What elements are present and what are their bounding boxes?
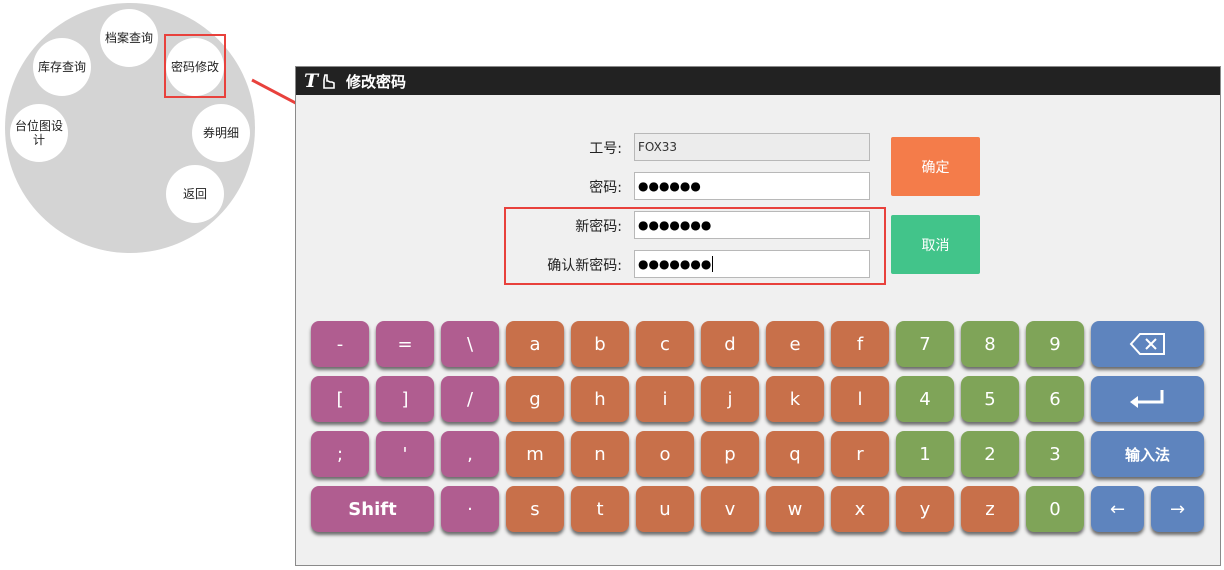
key-3[interactable]: 3 (1026, 431, 1084, 477)
key-shift[interactable]: Shift (311, 486, 434, 532)
employee-id-label: 工号: (589, 141, 622, 157)
key-comma[interactable]: , (441, 431, 499, 477)
key-backspace[interactable] (1091, 321, 1204, 367)
key-l[interactable]: l (831, 376, 889, 422)
key-semicolon[interactable]: ; (311, 431, 369, 477)
key-e[interactable]: e (766, 321, 824, 367)
key-slash[interactable]: / (441, 376, 499, 422)
key-backslash[interactable]: \ (441, 321, 499, 367)
app-logo-icon: T (304, 71, 335, 91)
key-c[interactable]: c (636, 321, 694, 367)
confirm-button[interactable]: 确定 (891, 137, 980, 196)
key-5[interactable]: 5 (961, 376, 1019, 422)
key-n[interactable]: n (571, 431, 629, 477)
window-title: 修改密码 (346, 72, 407, 91)
key-u[interactable]: u (636, 486, 694, 532)
key-0[interactable]: 0 (1026, 486, 1084, 532)
key-k[interactable]: k (766, 376, 824, 422)
cancel-button[interactable]: 取消 (891, 215, 980, 274)
key-z[interactable]: z (961, 486, 1019, 532)
key-9[interactable]: 9 (1026, 321, 1084, 367)
key-o[interactable]: o (636, 431, 694, 477)
key-equals[interactable]: = (376, 321, 434, 367)
key-t[interactable]: t (571, 486, 629, 532)
key-input-method[interactable]: 输入法 (1091, 431, 1204, 477)
key-1[interactable]: 1 (896, 431, 954, 477)
key-m[interactable]: m (506, 431, 564, 477)
new-password-highlight (504, 207, 886, 285)
svg-text:T: T (304, 71, 320, 91)
employee-id-value: FOX33 (638, 140, 678, 154)
key-middle-dot[interactable]: · (441, 486, 499, 532)
password-field[interactable]: ●●●●●● (634, 172, 870, 200)
key-2[interactable]: 2 (961, 431, 1019, 477)
key-6[interactable]: 6 (1026, 376, 1084, 422)
key-right-arrow[interactable]: → (1151, 486, 1204, 532)
key-left-bracket[interactable]: [ (311, 376, 369, 422)
title-bar: T 修改密码 (296, 67, 1220, 95)
key-left-arrow[interactable]: ← (1091, 486, 1144, 532)
key-d[interactable]: d (701, 321, 759, 367)
key-b[interactable]: b (571, 321, 629, 367)
key-i[interactable]: i (636, 376, 694, 422)
key-q[interactable]: q (766, 431, 824, 477)
key-enter[interactable] (1091, 376, 1204, 422)
key-right-bracket[interactable]: ] (376, 376, 434, 422)
key-p[interactable]: p (701, 431, 759, 477)
key-h[interactable]: h (571, 376, 629, 422)
key-r[interactable]: r (831, 431, 889, 477)
change-password-panel: T 修改密码 工号: FOX33 密码: ●●●●●● 新密码: ●●●●●●●… (295, 66, 1221, 566)
password-label: 密码: (589, 180, 622, 196)
key-g[interactable]: g (506, 376, 564, 422)
key-v[interactable]: v (701, 486, 759, 532)
key-j[interactable]: j (701, 376, 759, 422)
key-s[interactable]: s (506, 486, 564, 532)
key-7[interactable]: 7 (896, 321, 954, 367)
enter-icon (1129, 390, 1163, 408)
backspace-icon (1129, 333, 1165, 355)
key-4[interactable]: 4 (896, 376, 954, 422)
key-x[interactable]: x (831, 486, 889, 532)
key-f[interactable]: f (831, 321, 889, 367)
key-w[interactable]: w (766, 486, 824, 532)
key-a[interactable]: a (506, 321, 564, 367)
employee-id-field[interactable]: FOX33 (634, 133, 870, 161)
key-apostrophe[interactable]: ' (376, 431, 434, 477)
key-minus[interactable]: - (311, 321, 369, 367)
key-8[interactable]: 8 (961, 321, 1019, 367)
password-mask: ●●●●●● (638, 179, 701, 193)
key-y[interactable]: y (896, 486, 954, 532)
